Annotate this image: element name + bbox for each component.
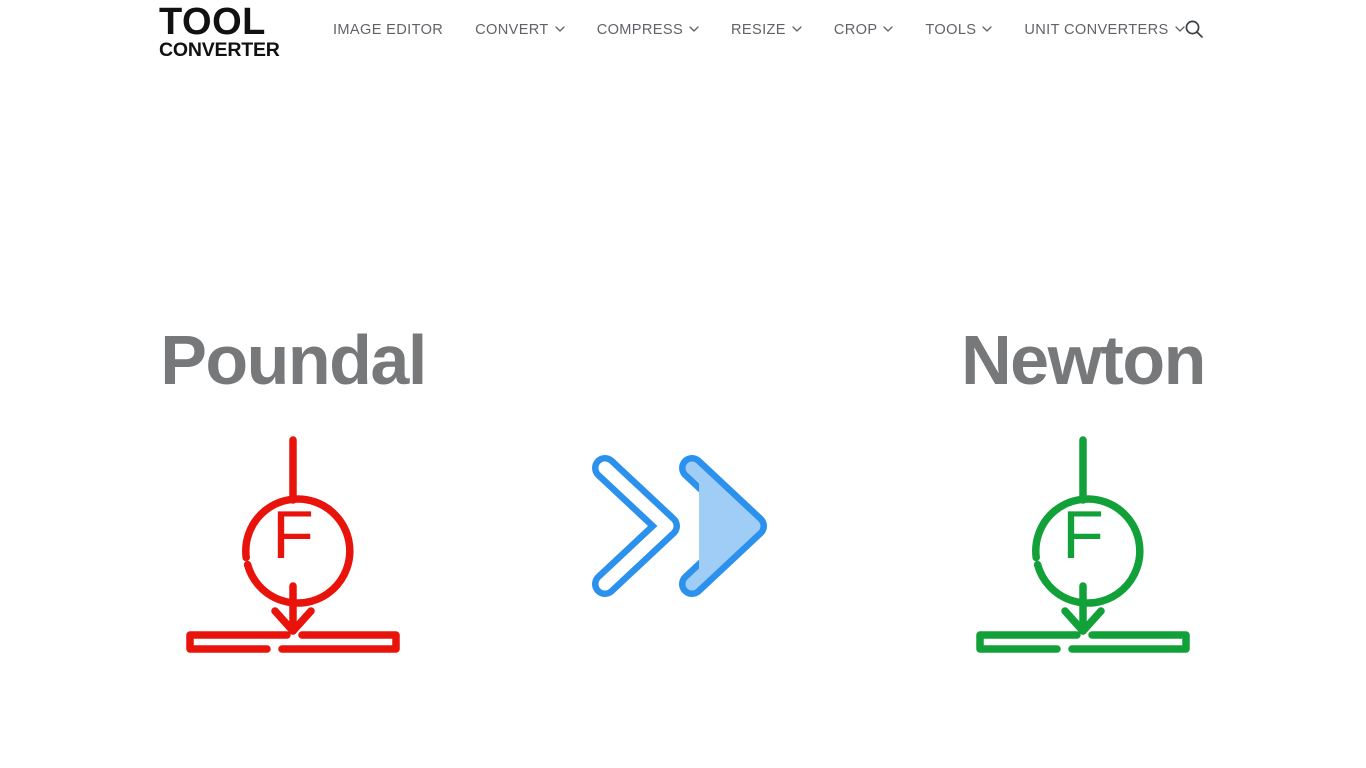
nav-label-image-editor: IMAGE EDITOR xyxy=(333,21,444,38)
source-unit-block: Poundal F xyxy=(133,318,453,653)
nav-label-compress: COMPRESS xyxy=(596,21,684,38)
nav-item-resize[interactable]: RESIZE xyxy=(715,0,818,60)
site-logo[interactable]: TOOL CONVERTER xyxy=(159,1,359,61)
logo-line-tool: TOOL xyxy=(159,1,266,43)
nav-label-tools: TOOLS xyxy=(925,21,977,38)
nav-label-unit-converters: UNIT CONVERTERS xyxy=(1024,21,1169,38)
nav-label-resize: RESIZE xyxy=(731,21,786,38)
nav-label-crop: CROP xyxy=(833,21,878,38)
conversion-arrow xyxy=(589,452,777,600)
nav-item-compress[interactable]: COMPRESS xyxy=(581,0,715,60)
chevron-down-icon xyxy=(982,24,993,34)
nav-item-tools[interactable]: TOOLS xyxy=(909,0,1008,60)
chevron-down-icon xyxy=(689,24,699,34)
target-unit-block: Newton F xyxy=(923,318,1243,653)
source-unit-title: Poundal xyxy=(160,321,427,399)
nav-item-crop[interactable]: CROP xyxy=(818,0,910,60)
chevron-down-icon xyxy=(792,24,802,34)
nav-label-convert: CONVERT xyxy=(475,21,549,38)
force-icon: F xyxy=(973,428,1193,653)
nav-item-image-editor[interactable]: IMAGE EDITOR xyxy=(333,0,459,60)
site-header: TOOL CONVERTER IMAGE EDITOR CONVERT COMP… xyxy=(0,0,1366,61)
double-chevron-right-icon xyxy=(589,452,777,600)
force-icon-letter: F xyxy=(272,497,314,573)
search-icon xyxy=(1183,18,1205,43)
search-button[interactable] xyxy=(1180,16,1208,44)
chevron-down-icon xyxy=(555,24,565,34)
main-navigation: IMAGE EDITOR CONVERT COMPRESS RESIZE CRO… xyxy=(333,0,1201,60)
force-icon-letter: F xyxy=(1062,497,1104,573)
nav-item-convert[interactable]: CONVERT xyxy=(459,0,581,60)
target-unit-title: Newton xyxy=(961,321,1206,399)
converter-illustration: Poundal F Newton F xyxy=(0,60,1366,768)
chevron-down-icon xyxy=(883,24,894,34)
nav-item-unit-converters[interactable]: UNIT CONVERTERS xyxy=(1008,0,1200,60)
logo-line-converter: CONVERTER xyxy=(159,39,280,61)
force-icon: F xyxy=(183,428,403,653)
